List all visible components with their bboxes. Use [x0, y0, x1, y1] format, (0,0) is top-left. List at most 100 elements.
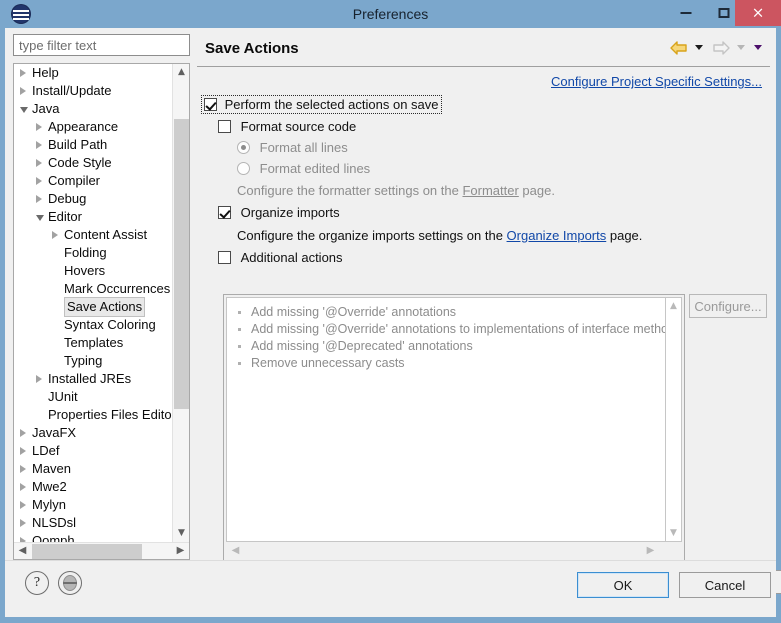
tree-item[interactable]: Typing [14, 352, 172, 370]
tree-item[interactable]: LDef [14, 442, 172, 460]
forward-arrow-icon [712, 40, 730, 56]
tree-item[interactable]: Appearance [14, 118, 172, 136]
organize-imports-link[interactable]: Organize Imports [507, 228, 607, 243]
formatter-link[interactable]: Formatter [462, 183, 518, 198]
help-icon[interactable] [25, 571, 49, 595]
chevron-right-icon[interactable] [52, 231, 58, 239]
organize-imports-checkbox[interactable] [218, 206, 231, 219]
perform-on-save-label: Perform the selected actions on save [224, 97, 439, 112]
tree-item[interactable]: Editor [14, 208, 172, 226]
tree-item[interactable]: Mark Occurrences [14, 280, 172, 298]
chevron-down-icon[interactable] [20, 107, 28, 113]
list-item[interactable]: Add missing '@Override' annotations to i… [227, 321, 665, 338]
scroll-right-icon[interactable]: ▶ [172, 543, 189, 559]
chevron-right-icon[interactable] [20, 447, 26, 455]
apply-icon[interactable] [58, 571, 82, 595]
listbox-scroll-left-icon: ◀ [231, 545, 240, 556]
tree-item[interactable]: Installed JREs [14, 370, 172, 388]
chevron-down-icon[interactable] [36, 215, 44, 221]
tree-item[interactable]: Content Assist [14, 226, 172, 244]
perform-on-save-row[interactable]: Perform the selected actions on save [197, 95, 770, 118]
list-item[interactable]: Add missing '@Deprecated' annotations [227, 338, 665, 355]
tree-item[interactable]: Mylyn [14, 496, 172, 514]
save-actions-settings: Perform the selected actions on save For… [197, 95, 781, 594]
additional-actions-listbox[interactable]: Add missing '@Override' annotations Add m… [226, 297, 666, 542]
formatter-hint-suffix: page. [518, 183, 555, 198]
close-icon: × [751, 3, 765, 22]
tree-item-label: Maven [32, 461, 72, 476]
chevron-right-icon[interactable] [20, 429, 26, 437]
chevron-right-icon[interactable] [36, 123, 42, 131]
tree-hscroll-thumb[interactable] [32, 544, 142, 559]
additional-actions-checkbox[interactable] [218, 251, 231, 264]
settings-pane: Save Actions Configure Project Specific … [197, 34, 781, 594]
chevron-right-icon[interactable] [20, 501, 26, 509]
chevron-right-icon[interactable] [36, 177, 42, 185]
format-source-checkbox[interactable] [218, 120, 231, 133]
tree-item[interactable]: Compiler [14, 172, 172, 190]
tree-item[interactable]: Debug [14, 190, 172, 208]
format-source-row[interactable]: Format source code [218, 119, 356, 134]
chevron-right-icon[interactable] [36, 375, 42, 383]
chevron-right-icon[interactable] [20, 483, 26, 491]
tree-item-label: Folding [64, 245, 107, 260]
tree-item[interactable]: Code Style [14, 154, 172, 172]
scroll-up-icon[interactable]: ▲ [173, 64, 189, 81]
chevron-right-icon[interactable] [20, 87, 26, 95]
tree-item[interactable]: Build Path [14, 136, 172, 154]
organize-imports-row[interactable]: Organize imports [218, 205, 340, 220]
configure-project-settings-link[interactable]: Configure Project Specific Settings... [551, 74, 762, 89]
tree-item[interactable]: Templates [14, 334, 172, 352]
view-menu-icon[interactable] [754, 45, 762, 51]
tree-item[interactable]: JUnit [14, 388, 172, 406]
tree-item[interactable]: Hovers [14, 262, 172, 280]
ok-button[interactable]: OK [577, 572, 669, 598]
dialog-footer: OK Cancel [5, 560, 776, 617]
maximize-icon [718, 8, 730, 18]
perform-on-save-checkbox[interactable] [204, 98, 217, 111]
tree-item[interactable]: Save Actions [14, 297, 172, 317]
tree-item[interactable]: Mwe2 [14, 478, 172, 496]
scroll-left-icon[interactable]: ◀ [14, 543, 31, 559]
tree-scroll-thumb[interactable] [174, 119, 189, 409]
formatter-hint: Configure the formatter settings on the … [237, 183, 555, 198]
close-button[interactable]: × [735, 0, 781, 26]
formatter-hint-prefix: Configure the formatter settings on the [237, 183, 463, 198]
dialog-body: Help Install/Update Java Appearance Build Pa… [5, 28, 781, 594]
tree-item[interactable]: Folding [14, 244, 172, 262]
tree-item[interactable]: JavaFX [14, 424, 172, 442]
format-edited-lines-radio [237, 162, 250, 175]
additional-actions-row[interactable]: Additional actions [218, 250, 343, 265]
tree-item[interactable]: Properties Files Editor [14, 406, 172, 424]
tree-item[interactable]: Help [14, 64, 172, 82]
tree-item[interactable]: Oomph [14, 532, 172, 542]
list-item[interactable]: Add missing '@Override' annotations [227, 304, 665, 321]
minimize-button[interactable] [667, 0, 705, 26]
cancel-button[interactable]: Cancel [679, 572, 771, 598]
chevron-right-icon[interactable] [36, 195, 42, 203]
tree-horizontal-scrollbar[interactable]: ◀ ▶ [14, 542, 189, 559]
tree-vertical-scrollbar[interactable]: ▲ ▼ [172, 64, 189, 542]
list-item[interactable]: Remove unnecessary casts [227, 355, 665, 372]
filter-input[interactable] [13, 34, 190, 56]
back-arrow-icon[interactable] [670, 40, 688, 56]
scroll-down-icon[interactable]: ▼ [173, 525, 189, 542]
tree-item-label: Mark Occurrences [64, 281, 171, 296]
configure-button[interactable]: Configure... [689, 294, 767, 318]
tree-item-label: Help [32, 65, 59, 80]
chevron-right-icon[interactable] [20, 465, 26, 473]
tree-item[interactable]: Maven [14, 460, 172, 478]
tree-item-label: Installed JREs [48, 371, 132, 386]
chevron-right-icon[interactable] [20, 69, 26, 77]
chevron-right-icon[interactable] [36, 141, 42, 149]
tree-item[interactable]: Install/Update [14, 82, 172, 100]
tree-item[interactable]: Syntax Coloring [14, 316, 172, 334]
tree-item-label: Properties Files Editor [48, 407, 172, 422]
tree-item-label: Code Style [48, 155, 112, 170]
apply-glyph [63, 575, 77, 591]
chevron-right-icon[interactable] [36, 159, 42, 167]
chevron-right-icon[interactable] [20, 519, 26, 527]
back-dropdown-icon[interactable] [694, 45, 703, 51]
tree-item[interactable]: NLSDsl [14, 514, 172, 532]
tree-item[interactable]: Java [14, 100, 172, 118]
